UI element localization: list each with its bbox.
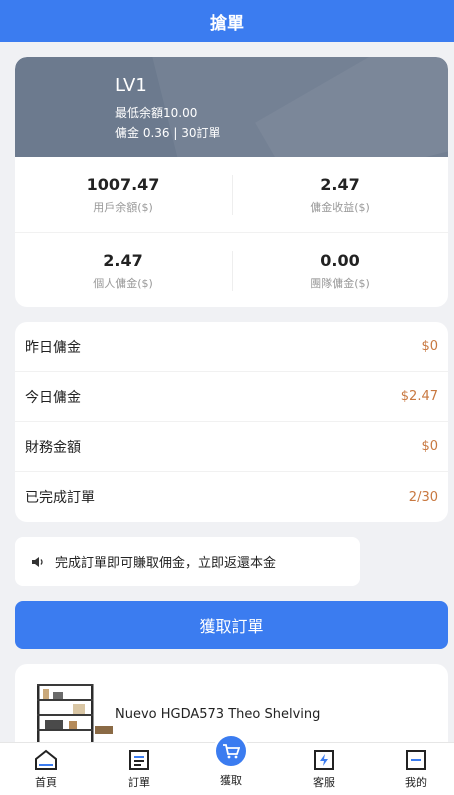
summary-label: 今日傭金: [25, 389, 81, 406]
level-min-balance: 最低余額10.00: [115, 106, 198, 120]
tab-support[interactable]: 客服: [294, 743, 354, 795]
tab-label: 首頁: [35, 776, 57, 789]
notice-text: 完成訂單即可賺取佣金，立即返還本金: [55, 556, 277, 571]
tab-label: 獲取: [220, 774, 242, 787]
get-order-button[interactable]: 獲取訂單: [15, 601, 448, 649]
tab-profile[interactable]: 我的: [386, 743, 446, 795]
summary-label: 財務金額: [25, 439, 81, 456]
stat-personal-commission: 2.47 個人傭金($): [15, 233, 231, 307]
level-banner: LV1 最低余額10.00 傭金 0.36 | 30訂單: [15, 57, 448, 157]
support-icon: [311, 748, 337, 772]
summary-value: $2.47: [400, 389, 438, 404]
stat-label: 個人傭金($): [93, 277, 153, 290]
summary-value: 2/30: [408, 489, 438, 505]
stat-commission-income: 2.47 傭金收益($): [232, 157, 448, 232]
stat-label: 用戶余額($): [93, 201, 153, 214]
orders-icon: [126, 748, 152, 772]
summary-label: 昨日傭金: [25, 339, 81, 356]
product-image: [35, 682, 115, 744]
stat-label: 傭金收益($): [310, 201, 370, 214]
summary-row-completed: 已完成訂單 2/30: [15, 472, 448, 522]
summary-label: 已完成訂單: [25, 490, 95, 506]
stat-value: 2.47: [320, 175, 360, 194]
product-name: Nuevo HGDA573 Theo Shelving: [115, 707, 321, 722]
stat-value: 0.00: [320, 251, 360, 270]
app-header: 搶單: [0, 0, 454, 42]
stat-value: 1007.47: [86, 175, 160, 194]
tab-home[interactable]: 首頁: [16, 743, 76, 795]
summary-value: $0: [421, 439, 438, 454]
page-title: 搶單: [210, 13, 244, 34]
stat-team-commission: 0.00 團隊傭金($): [232, 233, 448, 307]
stat-value: 2.47: [103, 251, 143, 270]
cart-icon: [213, 733, 249, 769]
profile-icon: [403, 748, 429, 772]
summary-row-yesterday: 昨日傭金 $0: [15, 322, 448, 372]
tab-label: 訂單: [128, 776, 150, 789]
stat-user-balance: 1007.47 用戶余額($): [15, 157, 231, 232]
summary-row-today: 今日傭金 $2.47: [15, 372, 448, 422]
stats-grid: 1007.47 用戶余額($) 2.47 傭金收益($) 2.47 個人傭金($…: [15, 157, 448, 307]
level-commission: 傭金 0.36 | 30訂單: [115, 126, 221, 140]
level-name: LV1: [115, 75, 147, 96]
summary-card: 昨日傭金 $0 今日傭金 $2.47 財務金額 $0 已完成訂單 2/30: [15, 322, 448, 522]
tab-get[interactable]: 獲取: [201, 733, 261, 795]
summary-row-financial: 財務金額 $0: [15, 422, 448, 472]
bottom-tab-bar: 首頁 訂單 獲取 客服 我的: [0, 733, 454, 795]
summary-value: $0: [421, 339, 438, 354]
stat-label: 團隊傭金($): [310, 277, 370, 290]
level-card: LV1 最低余額10.00 傭金 0.36 | 30訂單 1007.47 用戶余…: [15, 57, 448, 307]
tab-label: 客服: [313, 776, 335, 789]
tab-orders[interactable]: 訂單: [109, 743, 169, 795]
notice-bar: 完成訂單即可賺取佣金，立即返還本金: [15, 537, 360, 586]
tab-label: 我的: [405, 776, 427, 789]
speaker-icon: [31, 555, 45, 569]
home-icon: [33, 748, 59, 772]
